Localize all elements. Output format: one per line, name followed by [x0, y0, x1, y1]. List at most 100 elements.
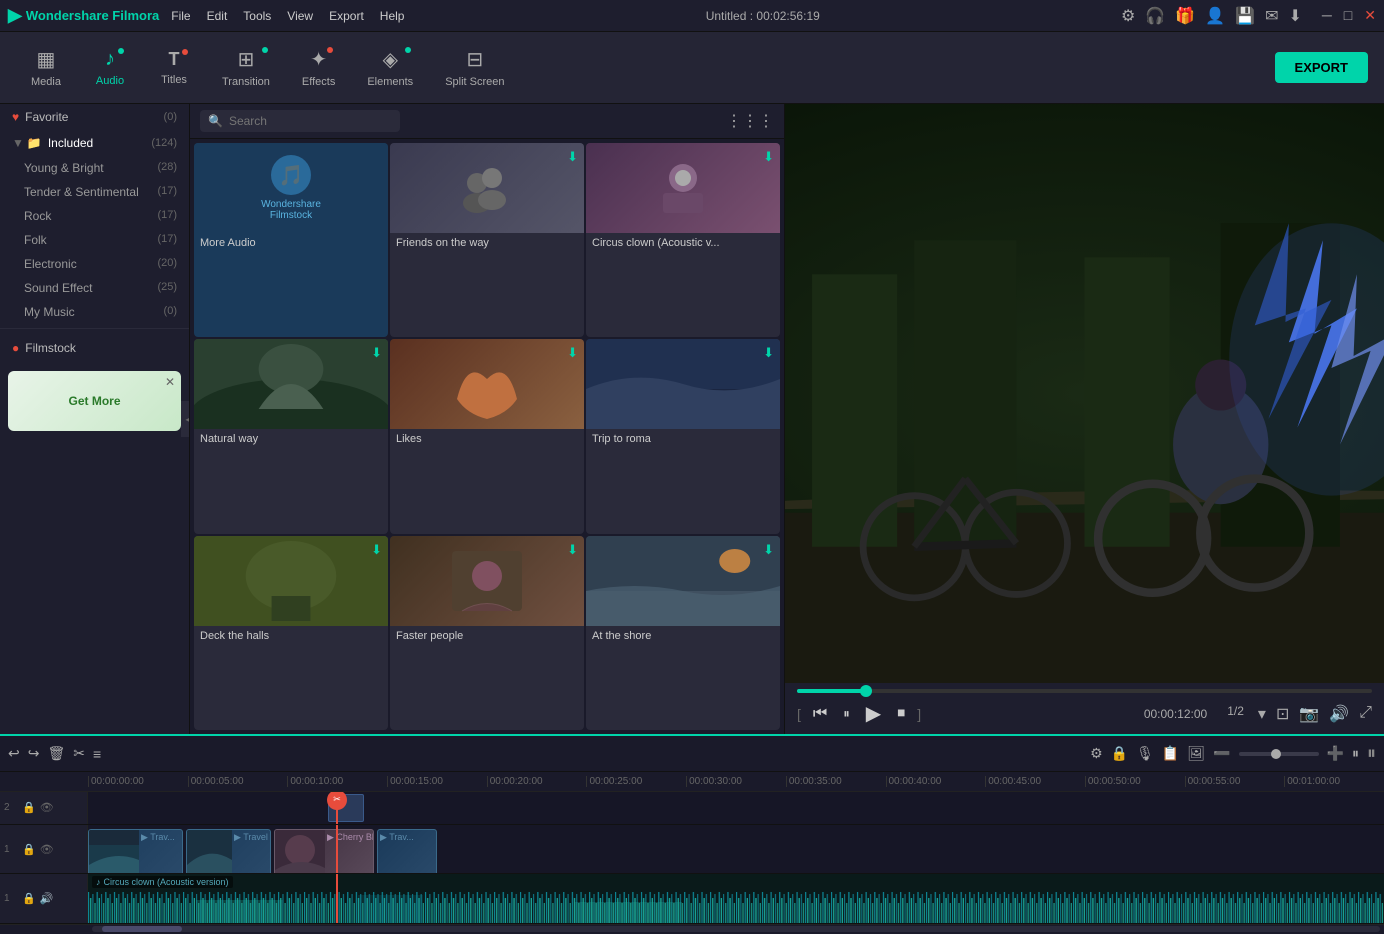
save-icon[interactable]: 💾 — [1235, 6, 1255, 26]
search-input[interactable] — [229, 114, 392, 128]
toolbar-splitscreen[interactable]: ⊟ Split Screen — [431, 41, 518, 94]
gift-icon[interactable]: 🎁 — [1175, 6, 1195, 26]
media-card-deck[interactable]: ⬇ Deck the halls — [194, 536, 388, 730]
download-icon[interactable]: ⬇ — [1288, 6, 1301, 26]
export-button[interactable]: EXPORT — [1275, 52, 1368, 83]
rewind-button[interactable]: ⏮ — [809, 703, 831, 725]
redo-button[interactable]: ↪ — [28, 745, 40, 762]
media-card-likes[interactable]: ⬇ Likes — [390, 339, 584, 533]
scrollbar-thumb[interactable] — [102, 926, 182, 932]
mail-icon[interactable]: ✉ — [1265, 6, 1278, 26]
media-card-more-audio[interactable]: 🎵 WondershareFilmstock More Audio — [194, 143, 388, 337]
settings2-icon[interactable]: ⤢ — [1359, 704, 1372, 724]
media-card-circus[interactable]: ⬇ Circus clown (Acoustic v... — [586, 143, 780, 337]
headphones-icon[interactable]: 🎧 — [1145, 6, 1165, 26]
mic-icon[interactable]: 🎙 — [1136, 745, 1154, 762]
track-2-lock-icon[interactable]: 🔒 — [22, 801, 36, 814]
clip-cherry[interactable]: ▶ Cherry Blossom — [274, 829, 374, 874]
grid-options-icon[interactable]: ⋮⋮⋮ — [726, 111, 774, 131]
filmstock-section[interactable]: ● Filmstock — [0, 333, 189, 363]
sidebar-included[interactable]: ▼ 📁 Included (124) — [0, 130, 189, 156]
delete-button[interactable]: 🗑 — [47, 745, 65, 762]
progress-bar[interactable] — [797, 689, 1372, 693]
track-1-lock-icon[interactable]: 🔒 — [22, 843, 36, 856]
toolbar-media[interactable]: ▦ Media — [16, 41, 76, 94]
menu-view[interactable]: View — [287, 9, 313, 23]
toolbar-audio[interactable]: ♪ Audio — [80, 42, 140, 93]
clip-icon[interactable]: 📋 — [1162, 745, 1179, 762]
menu-export[interactable]: Export — [329, 9, 364, 23]
toolbar-effects[interactable]: ✦ Effects — [288, 41, 349, 94]
media-card-shore[interactable]: ⬇ At the shore — [586, 536, 780, 730]
sidebar-rock[interactable]: Rock (17) — [0, 204, 189, 228]
image-icon[interactable]: 🖼 — [1187, 745, 1205, 762]
out-point-button[interactable]: ] — [917, 706, 921, 722]
sidebar-collapse-button[interactable]: ◀ — [181, 401, 190, 437]
clip-travel-3[interactable]: ▶ Trav... — [377, 829, 437, 874]
toolbar-titles[interactable]: T Titles — [144, 43, 204, 92]
screenshot-icon[interactable]: 📷 — [1299, 704, 1319, 724]
menu-file[interactable]: File — [171, 9, 190, 23]
user-icon[interactable]: 👤 — [1205, 6, 1225, 26]
track-1-body[interactable]: ▶ Trav... ▶ Travel 05 — [88, 825, 1384, 874]
track-1-eye-icon[interactable]: 👁 — [40, 843, 54, 856]
audio-track-body[interactable]: ♪ Circus clown (Acoustic version) — [88, 874, 1384, 923]
media-card-faster[interactable]: ⬇ Faster people — [390, 536, 584, 730]
in-point-button[interactable]: [ — [797, 706, 801, 722]
sidebar-young-bright[interactable]: Young & Bright (28) — [0, 156, 189, 180]
scrollbar-track[interactable] — [92, 926, 1380, 932]
clip-travel-1[interactable]: ▶ Trav... — [88, 829, 183, 874]
sidebar-soundeffect[interactable]: Sound Effect (25) — [0, 276, 189, 300]
sidebar-tender[interactable]: Tender & Sentimental (17) — [0, 180, 189, 204]
friends-download-icon[interactable]: ⬇ — [567, 149, 578, 165]
deck-download-icon[interactable]: ⬇ — [371, 542, 382, 558]
split-view-icon[interactable]: ⏸ — [1367, 743, 1376, 764]
get-more-label[interactable]: Get More — [68, 394, 120, 408]
stop-button[interactable]: ⏹ — [893, 703, 909, 725]
step-back-button[interactable]: ⏸ — [839, 704, 854, 724]
render-icon[interactable]: ⚙ — [1090, 745, 1103, 762]
toolbar-transition[interactable]: ⊞ Transition — [208, 41, 284, 94]
play-button[interactable]: ▶ — [862, 699, 885, 728]
undo-button[interactable]: ↩ — [8, 745, 20, 762]
media-card-trip[interactable]: ⬇ Trip to roma — [586, 339, 780, 533]
dropdown-arrow-icon[interactable]: ▾ — [1258, 704, 1266, 724]
fullscreen-icon[interactable]: ⊡ — [1276, 704, 1289, 724]
zoom-in-icon[interactable]: ➕ — [1327, 745, 1344, 762]
settings-icon[interactable]: ⚙ — [1121, 6, 1135, 26]
trip-download-icon[interactable]: ⬇ — [763, 345, 774, 361]
zoom-slider-thumb[interactable] — [1271, 749, 1281, 759]
media-card-friends[interactable]: ⬇ Friends on the way — [390, 143, 584, 337]
close-ad-button[interactable]: ✕ — [165, 375, 175, 389]
adjust-button[interactable]: ≡ — [93, 746, 101, 762]
toolbar-elements[interactable]: ◈ Elements — [353, 41, 427, 94]
pause-render-icon[interactable]: ⏸ — [1352, 745, 1359, 762]
cut-button[interactable]: ✂ — [73, 745, 85, 762]
likes-download-icon[interactable]: ⬇ — [567, 345, 578, 361]
zoom-out-icon[interactable]: ➖ — [1213, 745, 1230, 762]
volume-icon[interactable]: 🔊 — [1329, 704, 1349, 724]
menu-help[interactable]: Help — [380, 9, 405, 23]
lock-icon[interactable]: 🔒 — [1111, 745, 1128, 762]
track-2-body[interactable]: ✂ E — [88, 792, 1384, 824]
sidebar-mymusic[interactable]: My Music (0) — [0, 300, 189, 324]
track-2-eye-icon[interactable]: 👁 — [40, 801, 54, 814]
menu-edit[interactable]: Edit — [207, 9, 228, 23]
audio-track-volume-icon[interactable]: 🔊 — [40, 892, 54, 905]
minimize-button[interactable]: ─ — [1322, 7, 1332, 24]
sidebar-folk[interactable]: Folk (17) — [0, 228, 189, 252]
audio-track-lock-icon[interactable]: 🔒 — [22, 892, 36, 905]
shore-download-icon[interactable]: ⬇ — [763, 542, 774, 558]
menu-tools[interactable]: Tools — [243, 9, 271, 23]
maximize-button[interactable]: □ — [1344, 7, 1352, 24]
sidebar-electronic[interactable]: Electronic (20) — [0, 252, 189, 276]
progress-handle[interactable] — [860, 685, 872, 697]
close-button[interactable]: ✕ — [1364, 7, 1376, 24]
zoom-slider-track[interactable] — [1239, 752, 1319, 756]
faster-download-icon[interactable]: ⬇ — [567, 542, 578, 558]
natural-download-icon[interactable]: ⬇ — [371, 345, 382, 361]
clip-travel-2[interactable]: ▶ Travel 05 — [186, 829, 271, 874]
sidebar-favorite[interactable]: ♥ Favorite (0) — [0, 104, 189, 130]
media-card-natural[interactable]: ⬇ Natural way — [194, 339, 388, 533]
circus-download-icon[interactable]: ⬇ — [763, 149, 774, 165]
